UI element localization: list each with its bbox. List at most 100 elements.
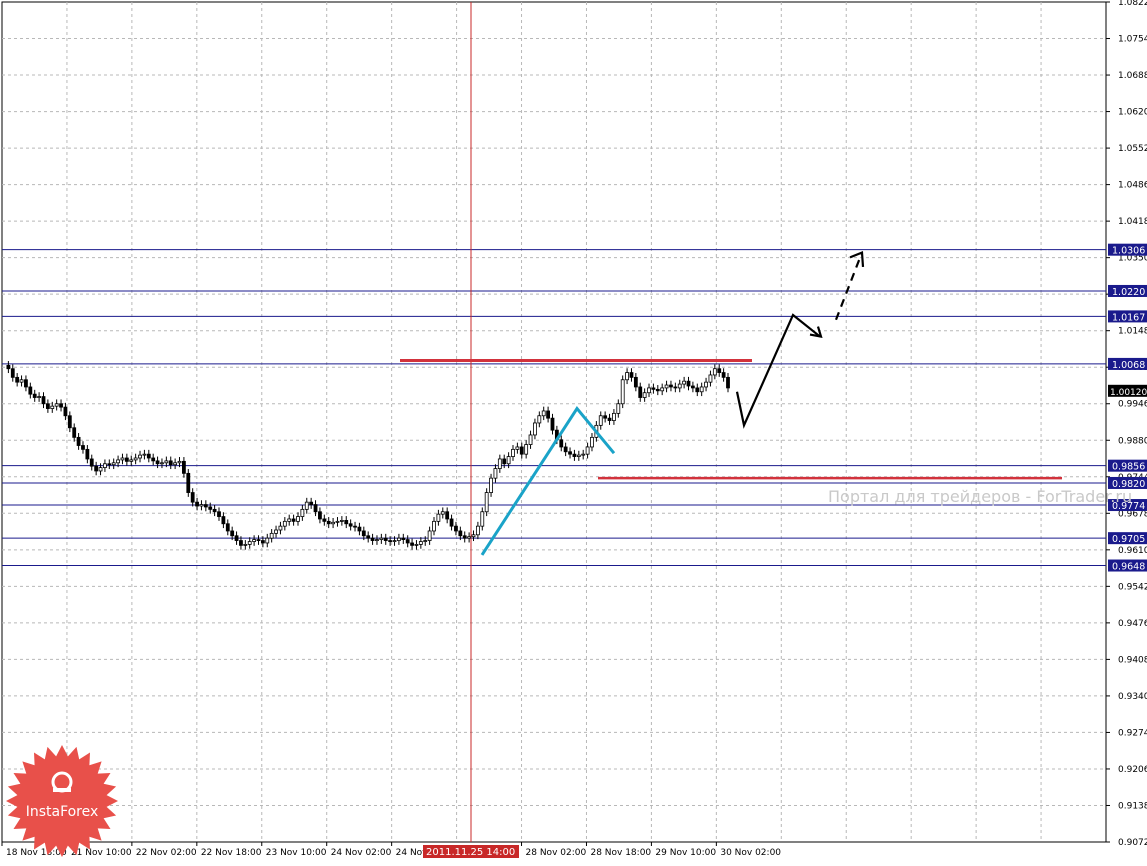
forex-chart: 1.08220 1.07540 1.06880 1.06200 1.05520 1.048… bbox=[0, 0, 1147, 862]
level-label: 0.9705 bbox=[1112, 534, 1145, 545]
candle-body bbox=[142, 453, 147, 456]
candle-body bbox=[484, 492, 489, 513]
x-tick-label: 30 Nov 02:00 bbox=[720, 848, 781, 858]
candle-body bbox=[221, 516, 226, 525]
candle-body bbox=[489, 477, 493, 493]
x-tick-label: 24 Nov 02:00 bbox=[331, 848, 392, 858]
candle-body bbox=[296, 516, 300, 522]
y-tick-label: 0.91380 bbox=[1118, 801, 1147, 811]
candle-body bbox=[322, 518, 327, 522]
crosshair-label: 2011.11.25 14:00 bbox=[426, 847, 515, 858]
candle-body bbox=[629, 372, 634, 378]
candle-body bbox=[313, 504, 318, 513]
candle-body bbox=[98, 467, 103, 472]
candle-body bbox=[260, 540, 265, 544]
candle-body bbox=[326, 520, 331, 525]
candle-body bbox=[497, 458, 502, 469]
candle-body bbox=[116, 459, 120, 464]
candle-body bbox=[607, 417, 612, 421]
chart-svg: 1.08220 1.07540 1.06880 1.06200 1.05520 1.048… bbox=[1, 0, 1147, 858]
candle-body bbox=[383, 537, 388, 541]
candle-body bbox=[673, 386, 678, 389]
candle-body bbox=[278, 525, 283, 531]
candle-body bbox=[28, 386, 33, 395]
candle-body bbox=[160, 462, 164, 465]
logo-badge-icon bbox=[6, 745, 118, 857]
candle-body bbox=[164, 460, 169, 464]
candle-body bbox=[537, 415, 542, 424]
candle-body bbox=[243, 544, 248, 546]
candle-body bbox=[138, 454, 142, 459]
candle-body bbox=[230, 530, 235, 537]
candle-body bbox=[576, 454, 581, 457]
y-tick-label: 1.04860 bbox=[1118, 181, 1147, 191]
candle-body bbox=[291, 518, 296, 522]
candle-body bbox=[195, 501, 199, 507]
candle-body bbox=[177, 460, 182, 464]
candle-body bbox=[669, 384, 673, 388]
y-tick-label: 0.93400 bbox=[1118, 692, 1147, 702]
y-tick-label: 0.95420 bbox=[1118, 582, 1147, 592]
candle-body bbox=[54, 403, 59, 407]
candle-body bbox=[462, 535, 467, 539]
candle-body bbox=[502, 458, 507, 465]
candle-body bbox=[186, 472, 191, 493]
candle-body bbox=[559, 439, 564, 448]
candle-body bbox=[515, 446, 520, 450]
y-tick-label: 1.04180 bbox=[1118, 217, 1147, 227]
candle-body bbox=[519, 446, 524, 455]
candle-body bbox=[151, 457, 156, 462]
candle-body bbox=[300, 508, 305, 517]
candle-body bbox=[563, 446, 568, 453]
x-tick-label: 23 Nov 10:00 bbox=[266, 848, 327, 858]
candle-body bbox=[234, 535, 239, 541]
candle-body bbox=[76, 436, 81, 446]
candle-body bbox=[454, 525, 458, 532]
candle-body bbox=[256, 539, 261, 541]
candle-body bbox=[414, 544, 419, 546]
y-tick-label: 0.92060 bbox=[1118, 765, 1147, 775]
candle-body bbox=[357, 526, 362, 532]
candle-body bbox=[59, 403, 63, 408]
candle-body bbox=[203, 504, 208, 508]
x-tick-label: 28 Nov 18:00 bbox=[590, 848, 651, 858]
candle-body bbox=[6, 364, 11, 370]
candle-body bbox=[331, 521, 335, 525]
candle-body bbox=[682, 380, 687, 385]
candle-body bbox=[585, 446, 590, 455]
candle-body bbox=[182, 460, 186, 474]
candle-body bbox=[546, 410, 550, 419]
candle-body bbox=[225, 523, 230, 532]
candle-body bbox=[339, 520, 344, 522]
candle-body bbox=[366, 535, 371, 539]
candle-body bbox=[41, 396, 46, 405]
level-label: 1.0167 bbox=[1112, 312, 1145, 323]
candle-body bbox=[458, 530, 463, 537]
candle-body bbox=[168, 460, 173, 466]
candle-body bbox=[410, 542, 414, 546]
candle-body bbox=[344, 520, 349, 525]
candle-body bbox=[388, 540, 393, 542]
candle-body bbox=[217, 511, 221, 517]
candle-body bbox=[190, 492, 195, 503]
y-tick-label: 0.92740 bbox=[1118, 728, 1147, 738]
candle-body bbox=[480, 511, 485, 527]
level-label: 1.0068 bbox=[1112, 360, 1145, 371]
candle-body bbox=[173, 462, 178, 466]
candle-body bbox=[269, 532, 274, 539]
candle-body bbox=[651, 387, 656, 390]
candle-body bbox=[528, 434, 533, 445]
candle-body bbox=[10, 368, 15, 378]
candle-body bbox=[103, 463, 107, 469]
x-tick-label: 22 Nov 02:00 bbox=[136, 848, 197, 858]
candle-body bbox=[397, 537, 401, 541]
candle-body bbox=[392, 540, 397, 542]
candle-body bbox=[726, 376, 730, 389]
candle-body bbox=[690, 385, 695, 389]
level-label: 0.9856 bbox=[1112, 462, 1145, 473]
candle-body bbox=[81, 445, 85, 450]
candle-body bbox=[616, 403, 621, 414]
candle-body bbox=[638, 386, 643, 398]
candle-body bbox=[445, 511, 450, 520]
candle-body bbox=[633, 376, 638, 388]
